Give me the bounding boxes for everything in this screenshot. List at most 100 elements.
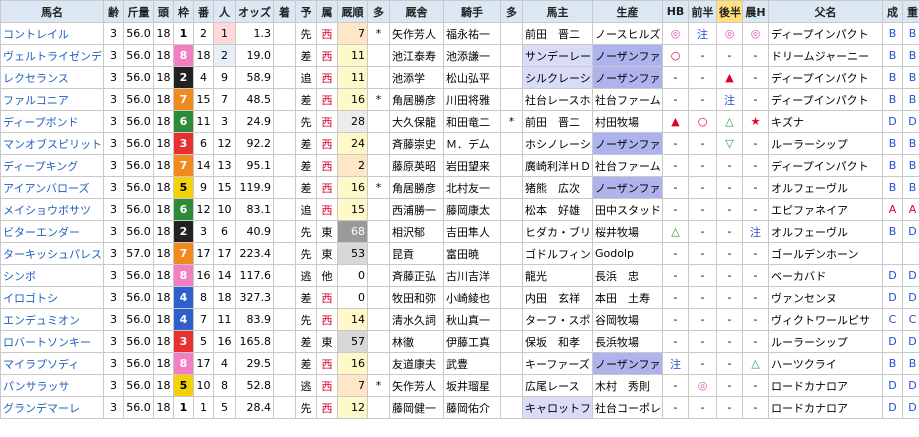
- cell-name[interactable]: ヴェルトライゼンデ: [0, 44, 104, 67]
- horse-name-link[interactable]: パンサラッサ: [3, 380, 70, 393]
- cell-shin: -: [742, 198, 769, 221]
- table-row[interactable]: シンボ 3 56.0 18 8 16 14 117.6 逃他 0 斉藤正弘 古川吉洋 龍光 長浜 忠---…: [0, 264, 919, 287]
- horse-name-link[interactable]: ビターエンダー: [3, 226, 80, 239]
- cell-age: 3: [103, 352, 124, 375]
- cell-waku: 7: [173, 242, 194, 265]
- column-header-17[interactable]: 生産: [592, 0, 663, 23]
- column-header-11[interactable]: 厩順: [337, 0, 368, 23]
- horse-name-link[interactable]: ターキッシュパレス: [3, 248, 102, 261]
- table-row[interactable]: ディープボンド 3 56.0 18 6 11 3 24.9 先西 28 大久保龍 和田竜二 * 前田 晋二…: [0, 110, 919, 133]
- horse-name-link[interactable]: メイショウボサツ: [3, 204, 91, 217]
- table-row[interactable]: マンオブスピリット 3 56.0 18 3 6 12 92.2 差西 24 斉藤崇史 Ｍ．デム ホシノレ…: [0, 132, 919, 155]
- table-row[interactable]: ファルコニア 3 56.0 18 7 15 7 48.5 差西 16 * 角居勝彦 川田将雅 社台レースホ…: [0, 88, 919, 111]
- horse-name-link[interactable]: ロバートソンキー: [3, 336, 91, 349]
- cell-chaku: [273, 352, 296, 375]
- cell-name[interactable]: グランデマーレ: [0, 396, 104, 419]
- column-header-21[interactable]: 晨H: [742, 0, 769, 23]
- cell-kyu: 12: [337, 396, 368, 419]
- cell-name[interactable]: コントレイル: [0, 22, 104, 45]
- horse-name-link[interactable]: ディープボンド: [3, 116, 79, 129]
- table-row[interactable]: ディープキング 3 56.0 18 7 14 13 95.1 差西 2 藤原英昭 岩田望来 廣崎利洋ＨＤ…: [0, 154, 919, 177]
- cell-ta: [367, 352, 390, 375]
- cell-name[interactable]: ファルコニア: [0, 88, 104, 111]
- cell-breeder: ノースヒルズ: [592, 22, 663, 45]
- horse-name-link[interactable]: ヴェルトライゼンデ: [3, 50, 102, 63]
- table-row[interactable]: アイアンバローズ 3 56.0 18 5 9 15 119.9 差西 16 * 角居勝彦 北村友一 猪熊 …: [0, 176, 919, 199]
- column-header-0[interactable]: 馬名: [0, 0, 104, 23]
- column-header-3[interactable]: 頭: [153, 0, 174, 23]
- table-row[interactable]: ロバートソンキー 3 56.0 18 3 5 16 165.8 差東 57 林徹 伊藤工真 保坂 和孝長…: [0, 330, 919, 353]
- column-header-13[interactable]: 厩舎: [389, 0, 444, 23]
- cell-name[interactable]: マイラプソディ: [0, 352, 104, 375]
- column-header-16[interactable]: 馬主: [522, 0, 593, 23]
- cell-stable: 矢作芳人: [389, 374, 444, 397]
- column-header-14[interactable]: 騎手: [443, 0, 501, 23]
- column-header-15[interactable]: 多: [500, 0, 523, 23]
- cell-age: 3: [103, 176, 124, 199]
- horse-name-link[interactable]: ディープキング: [3, 160, 78, 173]
- column-header-12[interactable]: 多: [367, 0, 390, 23]
- column-header-22[interactable]: 父名: [768, 0, 883, 23]
- cell-zen: 注: [688, 22, 717, 45]
- table-row[interactable]: グランデマーレ 3 56.0 18 1 1 5 28.4 先西 12 藤岡健一 藤岡佑介 キャロットフ社…: [0, 396, 919, 419]
- cell-ta2: [500, 374, 523, 397]
- column-header-5[interactable]: 番: [193, 0, 214, 23]
- column-header-6[interactable]: 人: [213, 0, 236, 23]
- horse-name-link[interactable]: レクセランス: [3, 72, 69, 85]
- cell-name[interactable]: ディープキング: [0, 154, 104, 177]
- horse-name-link[interactable]: アイアンバローズ: [3, 182, 89, 195]
- column-header-7[interactable]: オッズ: [235, 0, 274, 23]
- cell-chaku: [273, 286, 296, 309]
- cell-ta2: [500, 286, 523, 309]
- horse-name-link[interactable]: シンボ: [3, 270, 36, 283]
- cell-name[interactable]: レクセランス: [0, 66, 104, 89]
- column-header-4[interactable]: 枠: [173, 0, 194, 23]
- table-row[interactable]: レクセランス 3 56.0 18 2 4 9 58.9 追西 11 池添学 松山弘平 シルクレーシ ノーザ…: [0, 66, 919, 89]
- cell-waku: 6: [173, 198, 194, 221]
- table-row[interactable]: ヴェルトライゼンデ 3 56.0 18 8 18 2 19.0 差西 11 池江泰寿 池添謙一 サンデー…: [0, 44, 919, 67]
- table-row[interactable]: コントレイル 3 56.0 18 1 2 1 1.3 先西 7 * 矢作芳人 福永祐一 前田 晋二 ノースヒ…: [0, 22, 919, 45]
- cell-hb: -: [662, 264, 689, 287]
- column-header-8[interactable]: 着: [273, 0, 296, 23]
- cell-name[interactable]: アイアンバローズ: [0, 176, 104, 199]
- horse-name-link[interactable]: マイラプソディ: [3, 358, 79, 371]
- horse-name-link[interactable]: ファルコニア: [3, 94, 69, 107]
- table-row[interactable]: ターキッシュパレス 3 57.0 18 7 17 17 223.4 先東 53 昆貢 富田暁 ゴドルフィ…: [0, 242, 919, 265]
- cell-sei: D: [882, 110, 903, 133]
- column-header-9[interactable]: 予: [295, 0, 317, 23]
- cell-yo: 差: [295, 330, 317, 353]
- column-header-18[interactable]: HB: [662, 0, 689, 23]
- table-row[interactable]: メイショウボサツ 3 56.0 18 6 12 10 83.1 追西 15 西浦勝一 藤岡康太 松本 好…: [0, 198, 919, 221]
- table-row[interactable]: パンサラッサ 3 56.0 18 5 10 8 52.8 逃西 7 * 矢作芳人 坂井瑠星 広尾レース 木村…: [0, 374, 919, 397]
- table-row[interactable]: イロゴトシ 3 56.0 18 4 8 18 327.3 差西 0 牧田和弥 小崎綾也 内田 玄祥 本田 …: [0, 286, 919, 309]
- table-row[interactable]: エンデュミオン 3 56.0 18 4 7 11 83.9 先西 14 清水久詞 秋山真一 ターフ・スポ…: [0, 308, 919, 331]
- column-header-23[interactable]: 成: [882, 0, 903, 23]
- column-header-1[interactable]: 齢: [103, 0, 124, 23]
- cell-name[interactable]: ターキッシュパレス: [0, 242, 104, 265]
- horse-name-link[interactable]: マンオブスピリット: [3, 138, 102, 151]
- cell-name[interactable]: ロバートソンキー: [0, 330, 104, 353]
- cell-name[interactable]: マンオブスピリット: [0, 132, 104, 155]
- table-row[interactable]: ビターエンダー 3 56.0 18 2 3 6 40.9 先東 68 相沢郁 吉田隼人 ヒダカ・ブリ 桜井…: [0, 220, 919, 243]
- horse-name-link[interactable]: エンデュミオン: [3, 314, 80, 327]
- cell-name[interactable]: メイショウボサツ: [0, 198, 104, 221]
- cell-name[interactable]: イロゴトシ: [0, 286, 104, 309]
- horse-name-link[interactable]: イロゴトシ: [3, 292, 58, 305]
- cell-name[interactable]: ビターエンダー: [0, 220, 104, 243]
- cell-odds: 24.9: [235, 110, 274, 133]
- cell-name[interactable]: シンボ: [0, 264, 104, 287]
- column-header-19[interactable]: 前半: [688, 0, 717, 23]
- column-header-20[interactable]: 後半: [716, 0, 743, 23]
- horse-name-link[interactable]: コントレイル: [3, 28, 69, 41]
- table-row[interactable]: マイラプソディ 3 56.0 18 8 17 4 29.5 差西 16 友道康夫 武豊 キーファーズ ノー…: [0, 352, 919, 375]
- cell-name[interactable]: ディープボンド: [0, 110, 104, 133]
- cell-age: 3: [103, 308, 124, 331]
- column-header-2[interactable]: 斤量: [123, 0, 154, 23]
- column-header-10[interactable]: 属: [316, 0, 338, 23]
- cell-name[interactable]: パンサラッサ: [0, 374, 104, 397]
- cell-age: 3: [103, 154, 124, 177]
- cell-name[interactable]: エンデュミオン: [0, 308, 104, 331]
- column-header-24[interactable]: 重: [902, 0, 919, 23]
- cell-ju: B: [902, 352, 919, 375]
- horse-name-link[interactable]: グランデマーレ: [3, 402, 80, 415]
